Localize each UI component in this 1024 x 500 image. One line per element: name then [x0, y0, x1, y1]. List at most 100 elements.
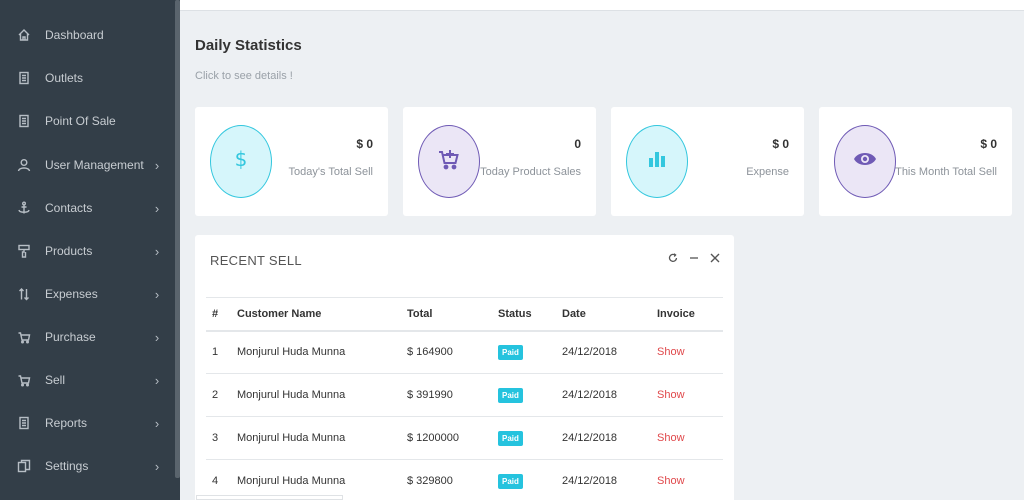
cart-icon — [17, 373, 31, 387]
document-icon — [17, 416, 31, 430]
stat-icon-circle — [626, 125, 688, 198]
document-icon — [17, 114, 31, 128]
row-number: 3 — [206, 416, 231, 460]
eye-icon — [853, 151, 877, 172]
sidebar-item-label: Expenses — [45, 287, 98, 301]
sidebar: Dashboard Outlets Point Of Sale User Man… — [0, 0, 180, 500]
chevron-right-icon: › — [154, 458, 160, 474]
sidebar-item-label: Dashboard — [45, 28, 104, 42]
sidebar-item-reports[interactable]: Reports › — [0, 408, 175, 438]
sidebar-item-purchase[interactable]: Purchase › — [0, 322, 175, 352]
sidebar-item-label: Reports — [45, 416, 88, 430]
stat-card-today-product-sales[interactable]: 0 Today Product Sales — [403, 107, 596, 216]
stat-label: Today Product Sales — [480, 166, 581, 178]
top-header — [180, 0, 1024, 11]
minimize-icon[interactable] — [689, 251, 699, 265]
sidebar-item-label: Outlets — [45, 71, 84, 85]
panel-title: RECENT SELL — [210, 253, 302, 268]
cart-icon — [17, 330, 31, 344]
table-row: 2 Monjurul Huda Munna $ 391990 Paid 24/1… — [206, 373, 723, 417]
status-badge: Paid — [498, 473, 523, 489]
sidebar-item-settings[interactable]: Settings › — [0, 451, 175, 481]
date-value: 24/12/2018 — [556, 330, 651, 374]
page-title: Daily Statistics — [195, 37, 302, 54]
cart-plus-icon — [438, 148, 460, 175]
chevron-right-icon: › — [154, 372, 160, 388]
sidebar-scrollbar[interactable] — [175, 0, 180, 478]
sidebar-item-products[interactable]: Products › — [0, 236, 175, 266]
total-value: $ 164900 — [401, 330, 492, 374]
sidebar-item-contacts[interactable]: Contacts › — [0, 193, 175, 223]
stat-value: 0 — [574, 137, 581, 151]
sidebar-item-sell[interactable]: Sell › — [0, 365, 175, 395]
recent-sell-panel: RECENT SELL # Customer Name Total Status… — [195, 235, 734, 500]
chevron-right-icon: › — [154, 200, 160, 216]
show-invoice-link[interactable]: Show — [657, 389, 685, 401]
column-header: Invoice — [651, 297, 723, 332]
sidebar-item-label: User Management — [45, 158, 144, 172]
close-icon[interactable] — [710, 251, 720, 265]
show-invoice-link[interactable]: Show — [657, 346, 685, 358]
sidebar-item-outlets[interactable]: Outlets — [0, 63, 175, 93]
sidebar-item-label: Purchase — [45, 330, 96, 344]
stat-label: Today's Total Sell — [288, 166, 373, 178]
stat-icon-circle — [834, 125, 896, 198]
sidebar-item-label: Sell — [45, 373, 66, 387]
sidebar-item-expenses[interactable]: Expenses › — [0, 279, 175, 309]
total-value: $ 391990 — [401, 373, 492, 417]
paint-roller-icon — [17, 244, 31, 258]
show-invoice-link[interactable]: Show — [657, 432, 685, 444]
date-value: 24/12/2018 — [556, 373, 651, 417]
stat-icon-circle — [418, 125, 480, 198]
column-header: # — [206, 297, 231, 332]
sidebar-item-user-management[interactable]: User Management › — [0, 150, 175, 180]
table-row: 3 Monjurul Huda Munna $ 1200000 Paid 24/… — [206, 416, 723, 460]
stat-value: $ 0 — [980, 137, 997, 151]
chevron-right-icon: › — [154, 157, 160, 173]
customer-name: Monjurul Huda Munna — [231, 459, 401, 500]
column-header: Date — [556, 297, 651, 332]
dollar-icon: $ — [231, 147, 251, 176]
row-number: 1 — [206, 330, 231, 374]
table-row: 4 Monjurul Huda Munna $ 329800 Paid 24/1… — [206, 459, 723, 500]
date-value: 24/12/2018 — [556, 416, 651, 460]
status-badge: Paid — [498, 387, 523, 403]
status-badge: Paid — [498, 344, 523, 360]
show-invoice-link[interactable]: Show — [657, 475, 685, 487]
sidebar-item-label: Point Of Sale — [45, 114, 116, 128]
refresh-icon[interactable] — [668, 251, 678, 265]
stat-card-todays-total-sell[interactable]: $ $ 0 Today's Total Sell — [195, 107, 388, 216]
chevron-right-icon: › — [154, 329, 160, 345]
column-header: Status — [492, 297, 556, 332]
stat-value: $ 0 — [356, 137, 373, 151]
recent-sell-table: # Customer Name Total Status Date Invoic… — [206, 297, 723, 500]
total-value: $ 329800 — [401, 459, 492, 500]
total-value: $ 1200000 — [401, 416, 492, 460]
bar-chart-icon — [648, 150, 666, 173]
date-value: 24/12/2018 — [556, 459, 651, 500]
sidebar-item-label: Settings — [45, 459, 89, 473]
sidebar-item-point-of-sale[interactable]: Point Of Sale — [0, 106, 175, 136]
table-header-row: # Customer Name Total Status Date Invoic… — [206, 297, 723, 332]
bottom-popup-edge — [196, 495, 343, 500]
chevron-right-icon: › — [154, 243, 160, 259]
customer-name: Monjurul Huda Munna — [231, 373, 401, 417]
table-row: 1 Monjurul Huda Munna $ 164900 Paid 24/1… — [206, 330, 723, 374]
arrows-icon — [17, 287, 31, 301]
column-header: Customer Name — [231, 297, 401, 332]
sidebar-item-label: Products — [45, 244, 93, 258]
row-number: 4 — [206, 459, 231, 500]
panel-tools — [668, 251, 720, 265]
stat-value: $ 0 — [772, 137, 789, 151]
column-header: Total — [401, 297, 492, 332]
home-icon — [17, 28, 31, 42]
stat-card-this-month-total-sell[interactable]: $ 0 This Month Total Sell — [819, 107, 1012, 216]
stat-label: Expense — [746, 166, 789, 178]
stat-card-expense[interactable]: $ 0 Expense — [611, 107, 804, 216]
customer-name: Monjurul Huda Munna — [231, 330, 401, 374]
svg-text:$: $ — [235, 147, 248, 171]
chevron-right-icon: › — [154, 286, 160, 302]
document-icon — [17, 71, 31, 85]
sidebar-item-dashboard[interactable]: Dashboard — [0, 20, 175, 50]
status-badge: Paid — [498, 430, 523, 446]
